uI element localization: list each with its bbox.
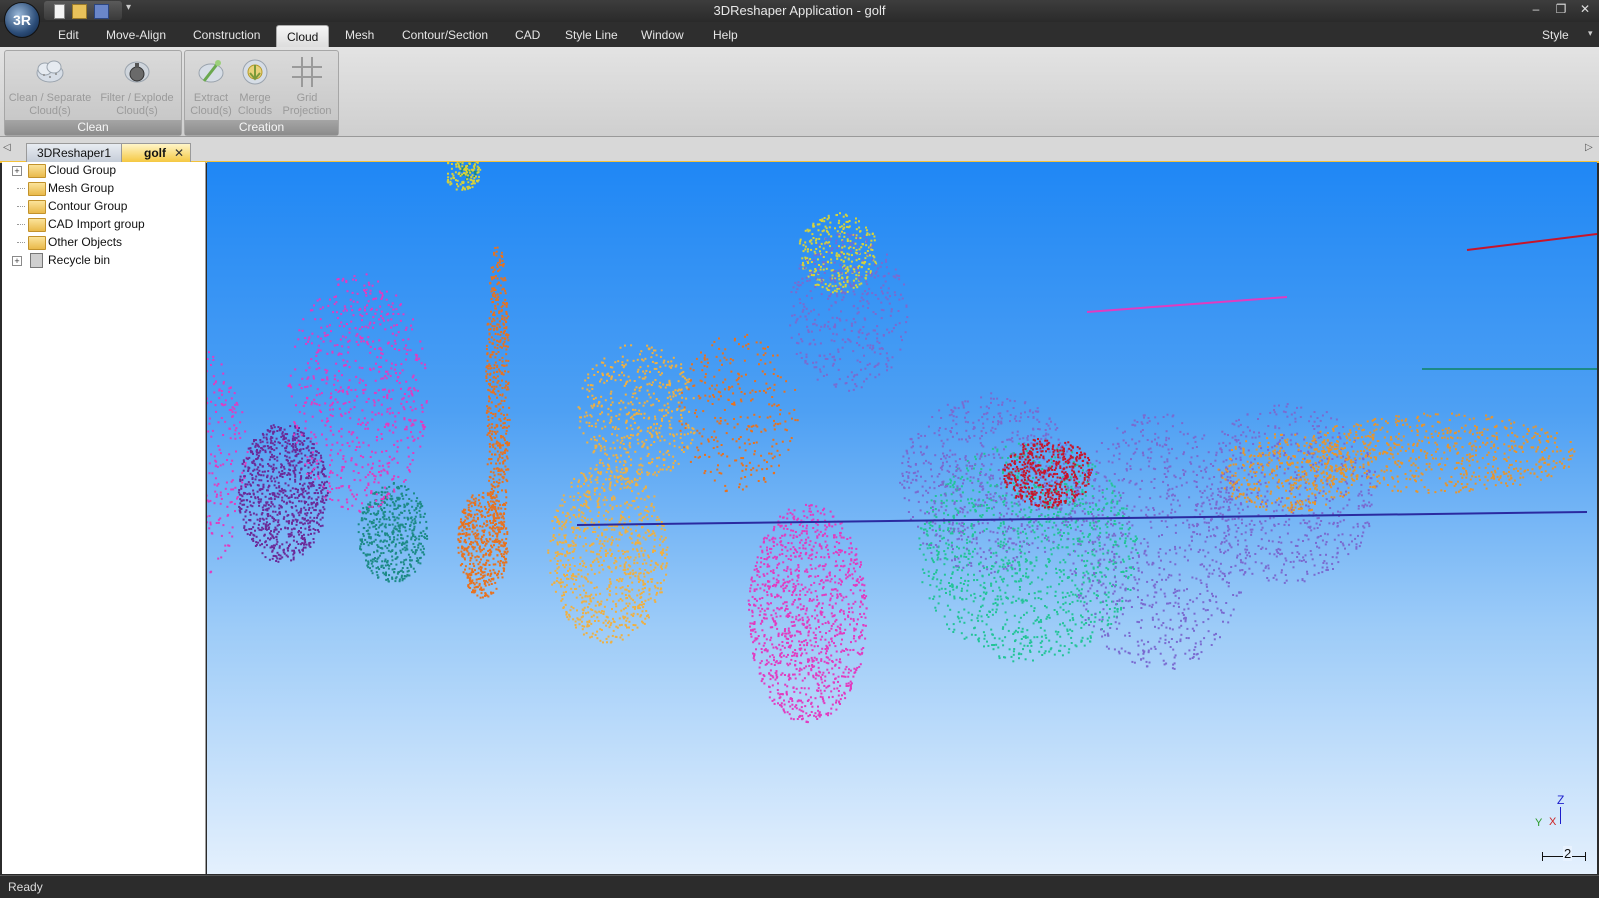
filter-explode-icon xyxy=(120,55,154,89)
tab-cloud[interactable]: Cloud xyxy=(276,25,329,48)
grid-projection-line2: Projection xyxy=(279,105,335,118)
folder-icon xyxy=(28,236,46,250)
extract-cloud-icon xyxy=(194,55,228,89)
grid-projection-icon xyxy=(290,55,324,89)
grid-projection-line1: Grid xyxy=(279,92,335,105)
filter-explode-clouds-button[interactable]: Filter / Explode Cloud(s) xyxy=(95,53,179,118)
point-cloud xyxy=(207,162,1597,874)
merge-clouds-button[interactable]: Merge Clouds xyxy=(233,53,277,118)
clean-separate-line2: Cloud(s) xyxy=(7,105,93,118)
tree-connector xyxy=(17,224,25,225)
extract-line1: Extract xyxy=(187,92,235,105)
folder-icon xyxy=(28,164,46,178)
scale-tick xyxy=(1585,852,1586,861)
style-menu[interactable]: Style xyxy=(1542,28,1569,42)
ribbon-group-title: Creation xyxy=(185,120,338,135)
axis-x-label: X xyxy=(1549,816,1556,828)
expand-icon[interactable]: + xyxy=(12,166,22,176)
document-tab-3dreshaper1[interactable]: 3DReshaper1 xyxy=(26,143,122,162)
tree-item-label: Contour Group xyxy=(48,199,127,213)
merge-line2: Clouds xyxy=(233,105,277,118)
document-tab-strip: ◁ 3DReshaper1 golf ✕ ▷ xyxy=(0,137,1599,163)
folder-icon xyxy=(28,200,46,214)
status-bar: Ready xyxy=(0,875,1599,898)
object-tree: + Cloud Group Mesh Group Contour Group C… xyxy=(2,162,206,874)
scale-tick xyxy=(1542,852,1543,861)
tree-item-label: Mesh Group xyxy=(48,181,114,195)
clean-separate-line1: Clean / Separate xyxy=(7,92,93,105)
status-text: Ready xyxy=(8,880,43,894)
ribbon-group-clean: Clean / Separate Cloud(s) Filter / Explo… xyxy=(4,50,182,136)
minimize-button[interactable]: – xyxy=(1528,2,1544,16)
ribbon: Clean / Separate Cloud(s) Filter / Explo… xyxy=(0,47,1599,137)
tab-help[interactable]: Help xyxy=(713,27,738,47)
tab-contour-section[interactable]: Contour/Section xyxy=(402,27,488,47)
close-tab-icon[interactable]: ✕ xyxy=(174,144,184,162)
tree-item-label: Cloud Group xyxy=(48,163,116,177)
scroll-right-icon[interactable]: ▷ xyxy=(1585,142,1593,153)
scale-label: 2 xyxy=(1563,846,1572,861)
clean-separate-clouds-button[interactable]: Clean / Separate Cloud(s) xyxy=(7,53,93,118)
folder-icon xyxy=(28,182,46,196)
document-tab-label: golf xyxy=(144,144,166,162)
extract-line2: Cloud(s) xyxy=(187,105,235,118)
window-title: 3DReshaper Application - golf xyxy=(0,3,1599,18)
filter-explode-line2: Cloud(s) xyxy=(95,105,179,118)
close-button[interactable]: ✕ xyxy=(1577,2,1593,16)
scroll-left-icon[interactable]: ◁ xyxy=(3,142,11,153)
tree-connector xyxy=(17,242,25,243)
folder-icon xyxy=(28,218,46,232)
filter-explode-line1: Filter / Explode xyxy=(95,92,179,105)
axis-z-label: Z xyxy=(1557,793,1564,807)
tab-window[interactable]: Window xyxy=(641,27,684,47)
document-tab-golf[interactable]: golf ✕ xyxy=(121,143,191,162)
tab-style-line[interactable]: Style Line xyxy=(565,27,618,47)
expand-icon[interactable]: + xyxy=(12,256,22,266)
tab-cad[interactable]: CAD xyxy=(515,27,540,47)
3d-viewport[interactable]: Z Y X 2 xyxy=(207,162,1597,874)
axis-z-line xyxy=(1560,807,1561,824)
tab-mesh[interactable]: Mesh xyxy=(345,27,374,47)
ribbon-group-creation: Extract Cloud(s) Merge Clouds Grid Proje… xyxy=(184,50,339,136)
cloud-clean-icon xyxy=(33,55,67,89)
recycle-bin-icon xyxy=(30,253,43,268)
merge-line1: Merge xyxy=(233,92,277,105)
tab-edit[interactable]: Edit xyxy=(58,27,79,47)
axis-y-label: Y xyxy=(1535,817,1542,829)
document-tab-label: 3DReshaper1 xyxy=(37,146,111,160)
tree-item-label: CAD Import group xyxy=(48,217,145,231)
tab-move-align[interactable]: Move-Align xyxy=(106,27,166,47)
merge-clouds-icon xyxy=(238,55,272,89)
tree-connector xyxy=(17,188,25,189)
chevron-down-icon[interactable]: ▾ xyxy=(1588,28,1593,39)
extract-clouds-button[interactable]: Extract Cloud(s) xyxy=(187,53,235,118)
maximize-button[interactable]: ❐ xyxy=(1553,2,1569,16)
title-bar: ▾ 3DReshaper Application - golf – ❐ ✕ xyxy=(0,0,1599,22)
app-logo-button[interactable]: 3R xyxy=(4,2,40,38)
tree-item-label: Recycle bin xyxy=(48,253,110,267)
ribbon-group-title: Clean xyxy=(5,120,181,135)
menu-bar: Edit Move-Align Construction Cloud Mesh … xyxy=(0,22,1599,47)
tree-item-label: Other Objects xyxy=(48,235,122,249)
tree-connector xyxy=(17,206,25,207)
tab-construction[interactable]: Construction xyxy=(193,27,260,47)
grid-projection-button[interactable]: Grid Projection xyxy=(279,53,335,118)
